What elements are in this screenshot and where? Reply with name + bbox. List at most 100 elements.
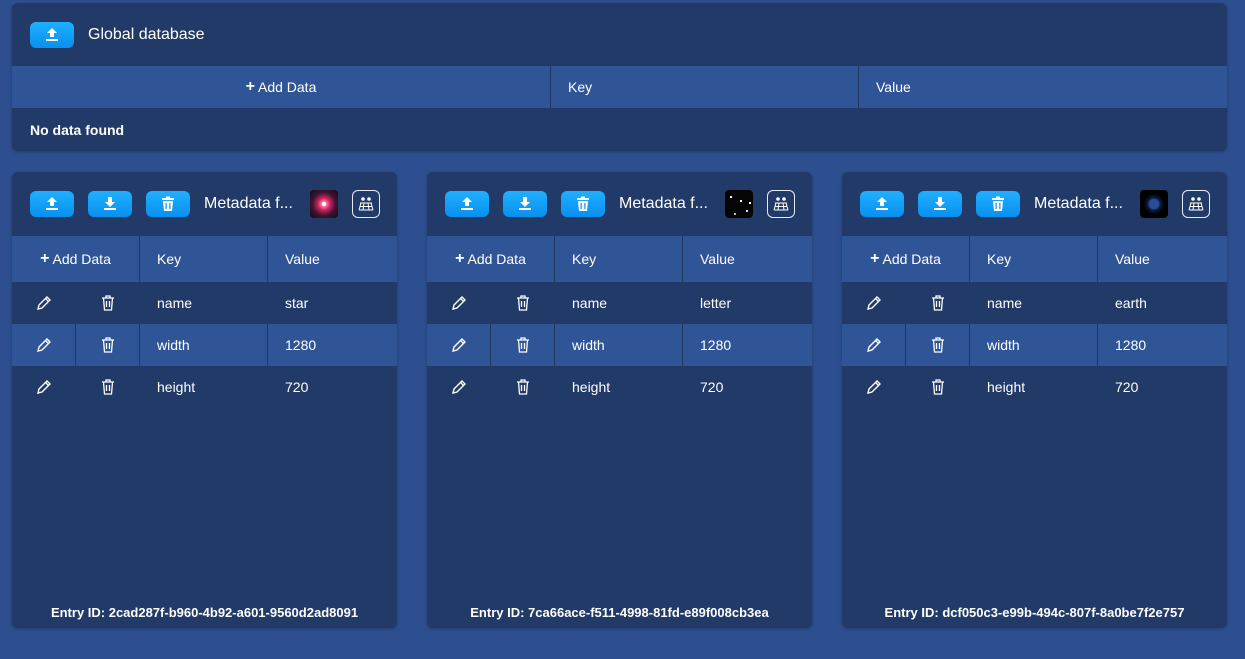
card-header: Metadata f...	[12, 172, 397, 236]
row-value: 1280	[700, 337, 732, 353]
edit-button[interactable]	[427, 324, 491, 366]
upload-button[interactable]	[860, 191, 904, 217]
delete-button[interactable]	[146, 191, 190, 217]
delete-row-button[interactable]	[906, 282, 970, 324]
edit-button[interactable]	[12, 366, 76, 408]
plus-icon: +	[455, 250, 465, 267]
earth-image-thumbnail[interactable]	[1140, 190, 1168, 218]
entry-id: Entry ID: 2cad287f-b960-4b92-a601-9560d2…	[50, 605, 359, 620]
metadata-card: Metadata f... + Add Data Key Value name e…	[842, 172, 1227, 628]
edit-button[interactable]	[12, 282, 76, 324]
table-row: height 720	[427, 366, 812, 408]
pencil-icon	[866, 338, 881, 352]
delete-row-button[interactable]	[76, 282, 140, 324]
key-column-header: Key	[551, 66, 859, 108]
add-data-button[interactable]: + Add Data	[427, 236, 555, 282]
network-button[interactable]	[767, 190, 795, 218]
edit-button[interactable]	[842, 366, 906, 408]
trash-icon	[932, 295, 944, 311]
trash-icon	[102, 379, 114, 395]
add-data-button[interactable]: + Add Data	[842, 236, 970, 282]
delete-row-button[interactable]	[491, 282, 555, 324]
trash-icon	[102, 295, 114, 311]
upload-icon	[876, 197, 888, 210]
download-button[interactable]	[503, 191, 547, 217]
global-table-header: + Add Data Key Value	[12, 66, 1227, 108]
card-header: Metadata f...	[842, 172, 1227, 236]
card-table-header: + Add Data Key Value	[12, 236, 397, 282]
entry-id: Entry ID: 7ca66ace-f511-4998-81fd-e89f00…	[470, 605, 769, 620]
trash-icon	[932, 379, 944, 395]
global-database-panel: Global database + Add Data Key Value No …	[12, 3, 1227, 151]
download-button[interactable]	[918, 191, 962, 217]
delete-button[interactable]	[976, 191, 1020, 217]
plus-icon: +	[870, 250, 880, 267]
add-data-label: Add Data	[52, 251, 111, 267]
network-icon	[773, 197, 789, 211]
upload-button[interactable]	[30, 21, 74, 48]
row-key: width	[140, 324, 268, 366]
row-value: 720	[285, 379, 309, 395]
network-button[interactable]	[352, 190, 380, 218]
upload-button[interactable]	[30, 191, 74, 217]
metadata-card: Metadata f... + Add Data Key Value name s…	[12, 172, 397, 628]
trash-icon	[517, 379, 529, 395]
row-key: height	[987, 379, 1026, 395]
trash-icon	[516, 337, 529, 353]
row-key: width	[970, 324, 1098, 366]
add-data-label: Add Data	[257, 79, 317, 95]
pencil-icon	[452, 380, 466, 394]
trash-icon	[101, 337, 114, 353]
card-table-header: + Add Data Key Value	[427, 236, 812, 282]
network-icon	[1188, 197, 1204, 211]
edit-button[interactable]	[842, 282, 906, 324]
delete-row-button[interactable]	[491, 366, 555, 408]
row-key: height	[572, 379, 611, 395]
letter-image-thumbnail[interactable]	[725, 190, 753, 218]
download-button[interactable]	[88, 191, 132, 217]
table-row: name star	[12, 282, 397, 324]
delete-row-button[interactable]	[491, 324, 555, 366]
add-data-button[interactable]: + Add Data	[12, 236, 140, 282]
edit-button[interactable]	[842, 324, 906, 366]
delete-row-button[interactable]	[76, 324, 140, 366]
card-table-header: + Add Data Key Value	[842, 236, 1227, 282]
edit-button[interactable]	[427, 366, 491, 408]
value-column-header: Value	[876, 79, 911, 95]
trash-icon	[162, 196, 174, 211]
upload-icon	[461, 197, 473, 210]
key-column-header: Key	[555, 236, 683, 282]
edit-button[interactable]	[427, 282, 491, 324]
card-header: Metadata f...	[427, 172, 812, 236]
row-value: 720	[1115, 379, 1139, 395]
row-value: letter	[700, 295, 732, 311]
network-button[interactable]	[1182, 190, 1210, 218]
download-icon	[519, 197, 531, 210]
table-row: height 720	[12, 366, 397, 408]
row-key: name	[157, 295, 193, 311]
plus-icon: +	[245, 78, 255, 95]
delete-row-button[interactable]	[906, 366, 970, 408]
pencil-icon	[36, 338, 51, 352]
delete-button[interactable]	[561, 191, 605, 217]
table-row: width 1280	[842, 324, 1227, 366]
network-icon	[358, 197, 374, 211]
pencil-icon	[867, 296, 881, 310]
plus-icon: +	[40, 250, 50, 267]
add-data-button[interactable]: + Add Data	[12, 66, 551, 108]
empty-state-text: No data found	[30, 122, 125, 138]
table-row: width 1280	[427, 324, 812, 366]
pencil-icon	[451, 338, 466, 352]
row-value: 1280	[285, 337, 317, 353]
edit-button[interactable]	[12, 324, 76, 366]
delete-row-button[interactable]	[76, 366, 140, 408]
upload-button[interactable]	[445, 191, 489, 217]
table-row: width 1280	[12, 324, 397, 366]
download-icon	[104, 197, 116, 210]
row-value: 720	[700, 379, 724, 395]
star-image-thumbnail[interactable]	[310, 190, 338, 218]
download-icon	[934, 197, 946, 210]
delete-row-button[interactable]	[906, 324, 970, 366]
trash-icon	[992, 196, 1004, 211]
entry-id: Entry ID: dcf050c3-e99b-494c-807f-8a0be7…	[884, 605, 1185, 620]
